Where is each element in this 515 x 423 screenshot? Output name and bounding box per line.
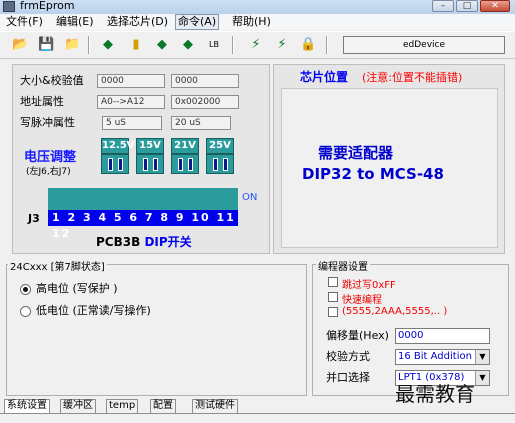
chip-position-title: 芯片位置 xyxy=(300,70,349,84)
app-icon xyxy=(3,1,15,12)
chevron-down-icon[interactable]: ▼ xyxy=(475,350,489,364)
low-level-label: 低电位 (正常读/写操作) xyxy=(36,304,151,317)
radio-high-level[interactable] xyxy=(20,284,31,295)
jumper-25v[interactable] xyxy=(206,154,234,174)
auto-program-icon[interactable]: ⚡ xyxy=(248,38,264,52)
j3-label: J3 xyxy=(28,212,40,225)
toolbar-separator xyxy=(88,36,90,54)
dip-on-label: ON xyxy=(242,192,258,203)
pattern-label: (5555,2AAA,5555,.. ) xyxy=(342,306,448,317)
tab-system-settings[interactable]: 系统设置 xyxy=(4,399,50,413)
tab-temp[interactable]: temp xyxy=(106,399,139,413)
tab-buffer[interactable]: 缓冲区 xyxy=(60,399,96,413)
read-chip-icon[interactable]: ◆ xyxy=(100,38,116,52)
port-label: 并口选择 xyxy=(326,371,370,384)
verify-method-select[interactable]: 16 Bit Addition ▼ xyxy=(395,349,490,365)
dip-title-prefix: PCB3B xyxy=(96,235,141,249)
verify-method-value: 16 Bit Addition xyxy=(398,351,472,362)
close-icon[interactable]: ✕ xyxy=(480,0,510,12)
voltage-hint: (左J6,右J7) xyxy=(26,167,71,177)
toolbar-separator xyxy=(326,36,328,54)
dip-title: PCB3B DIP开关 xyxy=(96,233,192,250)
batch-program-icon[interactable]: ⚡ xyxy=(274,38,290,52)
menu-select-chip[interactable]: 选择芯片(D) xyxy=(105,15,170,29)
high-level-label: 高电位 (写保护 ) xyxy=(36,282,118,295)
fast-program-checkbox[interactable] xyxy=(328,292,338,302)
dip-switch-numbers: 1 2 3 4 5 6 7 8 9 10 11 12 xyxy=(48,210,238,240)
voltage-15v: 15V xyxy=(136,138,164,154)
window-title: frmEprom xyxy=(20,0,75,12)
skip-ff-checkbox[interactable] xyxy=(328,277,338,287)
device-field: edDevice xyxy=(343,36,505,54)
pulse-value-1: 5 uS xyxy=(102,116,162,130)
voltage-12-5v: 12.5V xyxy=(101,138,134,154)
program-chip-icon[interactable]: ▮ xyxy=(128,38,144,52)
voltage-title: 电压调整 xyxy=(24,150,77,165)
open-folder-icon[interactable]: 📂 xyxy=(12,38,28,52)
load-icon[interactable]: 📁 xyxy=(64,38,80,52)
pulse-label: 写脉冲属性 xyxy=(20,116,75,129)
pin7-group-title: 24Cxxx [第7脚状态] xyxy=(8,258,107,273)
radio-low-level[interactable] xyxy=(20,306,31,317)
minimize-icon[interactable]: – xyxy=(432,0,454,12)
tab-config[interactable]: 配置 xyxy=(150,399,176,413)
chevron-down-icon[interactable]: ▼ xyxy=(475,371,489,385)
offset-label: 偏移量(Hex) xyxy=(326,329,389,342)
jumper-15v[interactable] xyxy=(136,154,164,174)
adapter-type-label: DIP32 to MCS-48 xyxy=(302,165,444,183)
lock-icon[interactable]: 🔒 xyxy=(300,38,316,52)
menu-help[interactable]: 帮助(H) xyxy=(230,15,273,29)
menu-edit[interactable]: 编辑(E) xyxy=(54,15,96,29)
jumper-12-5v[interactable] xyxy=(101,154,129,174)
fast-program-label: 快速编程 xyxy=(342,295,382,306)
offset-input[interactable]: 0000 xyxy=(395,328,490,344)
lb-button[interactable]: LB xyxy=(206,38,222,52)
jumper-21v[interactable] xyxy=(171,154,199,174)
voltage-21v: 21V xyxy=(171,138,199,154)
tab-test-hardware[interactable]: 测试硬件 xyxy=(192,399,238,413)
checksum-value: 0000 xyxy=(171,74,239,88)
erase-chip-icon[interactable]: ◆ xyxy=(180,38,196,52)
size-checksum-label: 大小&校验值 xyxy=(20,74,84,87)
address-label: 地址属性 xyxy=(20,95,64,108)
dip-title-suffix: DIP开关 xyxy=(144,235,192,249)
address-range-value: A0-->A12 xyxy=(97,95,165,109)
maximize-icon[interactable]: □ xyxy=(456,0,478,12)
verify-method-label: 校验方式 xyxy=(326,350,370,363)
save-icon[interactable]: 💾 xyxy=(38,38,54,52)
size-value: 0000 xyxy=(97,74,165,88)
voltage-25v: 25V xyxy=(206,138,234,154)
menu-command[interactable]: 命令(A) xyxy=(175,14,220,30)
pulse-value-2: 20 uS xyxy=(171,116,231,130)
toolbar-separator xyxy=(232,36,234,54)
bottom-strip xyxy=(0,413,515,423)
menu-file[interactable]: 文件(F) xyxy=(4,15,45,29)
verify-chip-icon[interactable]: ◆ xyxy=(154,38,170,52)
pattern-checkbox[interactable] xyxy=(328,307,338,317)
address-size-value: 0x002000 xyxy=(171,95,239,109)
programmer-settings-title: 编程器设置 xyxy=(316,258,370,273)
adapter-required-label: 需要适配器 xyxy=(318,144,394,162)
watermark: 最需教育 xyxy=(395,382,475,406)
chip-position-note: (注意:位置不能插错) xyxy=(362,71,463,84)
dip-switch-bar[interactable] xyxy=(48,188,238,210)
skip-ff-label: 跳过写0xFF xyxy=(342,280,396,291)
